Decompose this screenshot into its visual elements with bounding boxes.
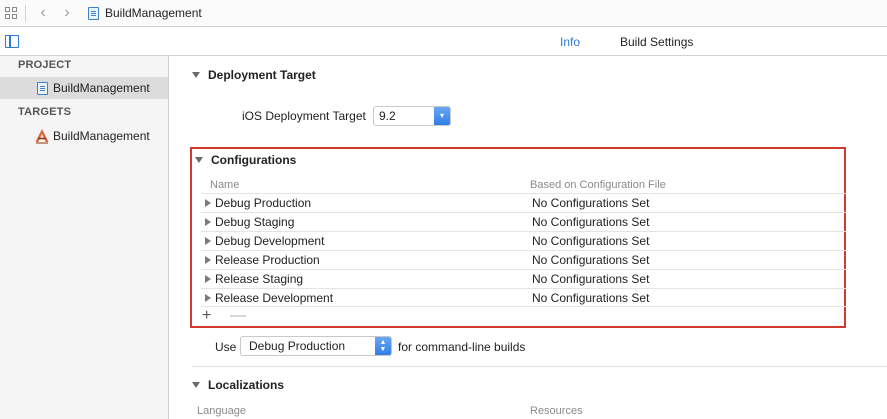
table-row[interactable]: Release Development No Configurations Se… <box>201 288 846 307</box>
add-configuration-button[interactable]: + <box>202 308 211 324</box>
dropdown-chevron-icon: ▾ <box>434 107 450 125</box>
project-info-pane: Deployment Target iOS Deployment Target … <box>170 57 887 419</box>
sidebar-item-label: BuildManagement <box>53 129 150 143</box>
project-sidebar: PROJECT BuildManagement TARGETS BuildMan… <box>0 56 169 419</box>
config-based-on[interactable]: No Configurations Set <box>532 234 649 248</box>
sidebar-item-label: BuildManagement <box>53 81 150 95</box>
deployment-target-label: iOS Deployment Target <box>242 109 366 123</box>
configurations-section[interactable]: Configurations <box>195 153 296 167</box>
column-header-language[interactable]: Language <box>197 405 246 417</box>
forward-arrow-icon[interactable]: › <box>60 5 74 21</box>
deployment-target-section[interactable]: Deployment Target <box>192 68 316 82</box>
configurations-table: Debug Production No Configurations Set D… <box>201 193 846 307</box>
disclosure-triangle-icon[interactable] <box>192 382 200 388</box>
editor-tab-bar: Info Build Settings <box>0 27 887 56</box>
column-header-name[interactable]: Name <box>210 179 239 191</box>
command-line-suffix: for command-line builds <box>398 340 526 354</box>
config-based-on[interactable]: No Configurations Set <box>532 253 649 267</box>
column-header-based-on[interactable]: Based on Configuration File <box>530 179 666 191</box>
section-title: Configurations <box>211 153 297 167</box>
tab-build-settings[interactable]: Build Settings <box>620 35 693 49</box>
table-row[interactable]: Release Production No Configurations Set <box>201 250 846 269</box>
config-based-on[interactable]: No Configurations Set <box>532 272 649 286</box>
config-name: Debug Staging <box>215 215 295 229</box>
project-file-icon <box>37 81 48 95</box>
jump-bar-divider <box>25 4 26 22</box>
row-expand-triangle-icon[interactable] <box>205 237 211 245</box>
deployment-target-value: 9.2 <box>379 109 396 123</box>
table-row[interactable]: Debug Production No Configurations Set <box>201 193 846 212</box>
targets-section-header: TARGETS <box>18 106 72 118</box>
disclosure-triangle-icon[interactable] <box>195 157 203 163</box>
back-arrow-icon[interactable]: ‹ <box>36 5 50 21</box>
app-target-icon <box>35 129 49 144</box>
config-based-on[interactable]: No Configurations Set <box>532 196 649 210</box>
section-title: Deployment Target <box>208 68 316 82</box>
use-label: Use <box>215 340 237 354</box>
stepper-chevrons-icon: ▲ ▼ <box>375 337 391 355</box>
table-row[interactable]: Debug Staging No Configurations Set <box>201 212 846 231</box>
command-line-config-value: Debug Production <box>249 339 346 353</box>
config-based-on[interactable]: No Configurations Set <box>532 291 649 305</box>
command-line-config-select[interactable]: Debug Production ▲ ▼ <box>240 336 392 356</box>
row-expand-triangle-icon[interactable] <box>205 275 211 283</box>
config-name: Debug Development <box>215 234 325 248</box>
tab-info[interactable]: Info <box>560 35 580 49</box>
config-name: Release Staging <box>215 272 304 286</box>
table-row[interactable]: Debug Development No Configurations Set <box>201 231 846 250</box>
disclosure-triangle-icon[interactable] <box>192 72 200 78</box>
project-file-icon <box>88 6 99 20</box>
config-name: Debug Production <box>215 196 312 210</box>
sidebar-item-target[interactable]: BuildManagement <box>0 125 168 147</box>
sidebar-item-project[interactable]: BuildManagement <box>0 77 168 99</box>
config-name: Release Development <box>215 290 334 305</box>
jump-bar-title[interactable]: BuildManagement <box>105 6 202 20</box>
row-expand-triangle-icon[interactable] <box>205 256 211 264</box>
section-divider <box>192 366 887 367</box>
row-expand-triangle-icon[interactable] <box>205 199 211 207</box>
configurations-highlight-box: Configurations Name Based on Configurati… <box>190 147 846 328</box>
related-items-grid-icon[interactable] <box>5 7 17 19</box>
jump-bar: ‹ › BuildManagement <box>0 0 887 27</box>
config-based-on[interactable]: No Configurations Set <box>532 215 649 229</box>
project-section-header: PROJECT <box>18 59 72 71</box>
section-title: Localizations <box>208 378 285 392</box>
localizations-section[interactable]: Localizations <box>192 378 284 392</box>
row-expand-triangle-icon[interactable] <box>205 293 211 302</box>
sidebar-toggle-icon[interactable] <box>5 35 19 48</box>
deployment-target-select[interactable]: 9.2 ▾ <box>373 106 451 126</box>
config-name: Release Production <box>215 253 320 267</box>
remove-configuration-button[interactable]: — <box>230 308 246 324</box>
table-row[interactable]: Release Staging No Configurations Set <box>201 269 846 288</box>
row-expand-triangle-icon[interactable] <box>205 218 211 226</box>
column-header-resources[interactable]: Resources <box>530 405 583 417</box>
